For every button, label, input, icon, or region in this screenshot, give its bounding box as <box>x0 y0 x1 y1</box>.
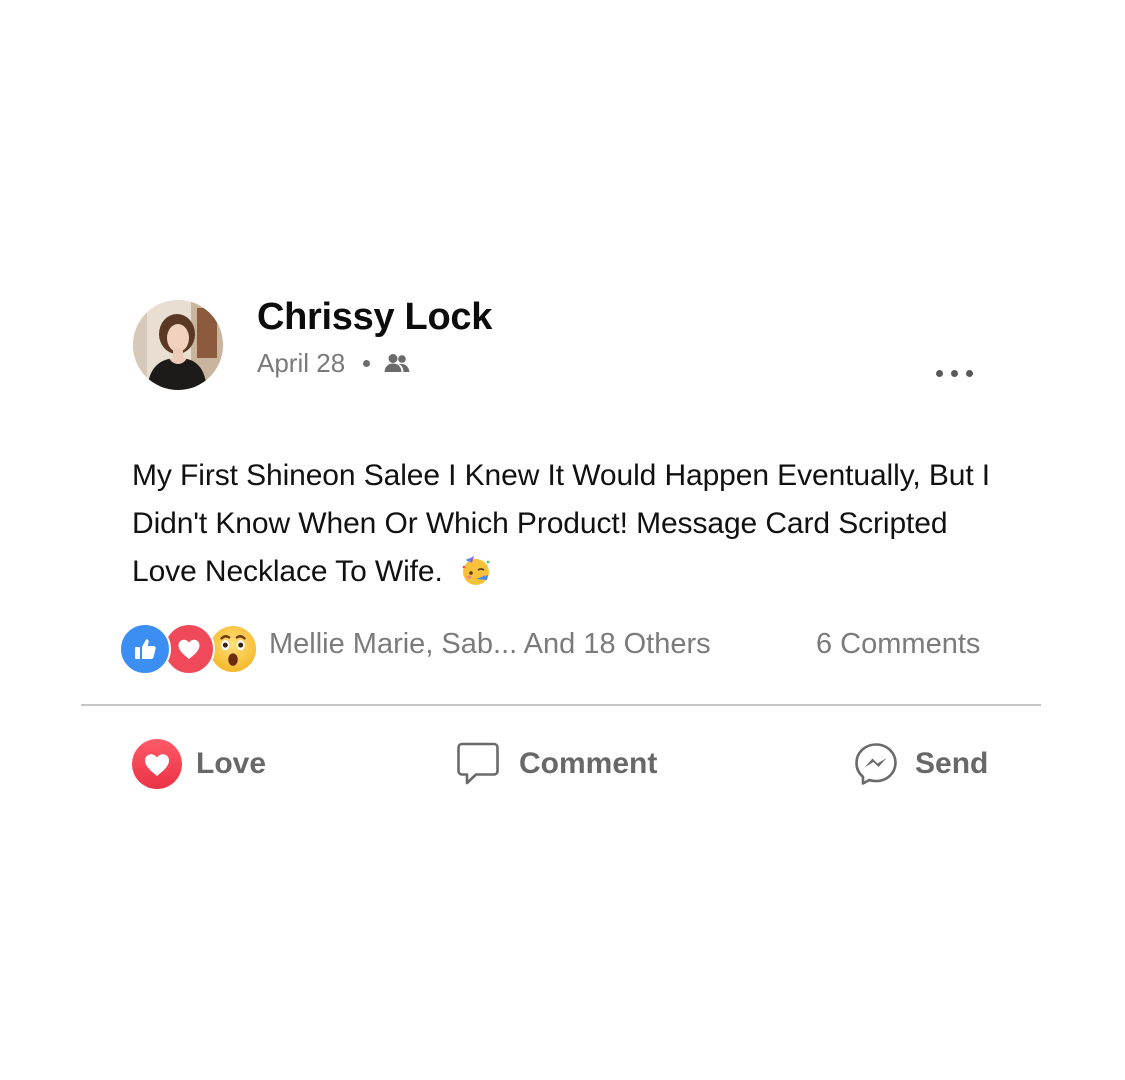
avatar-photo <box>133 300 223 390</box>
comment-icon <box>456 741 500 787</box>
post-meta: April 28 <box>257 347 410 379</box>
comment-label: Comment <box>519 747 658 780</box>
author-name[interactable]: Chrissy Lock <box>257 296 492 339</box>
post-date[interactable]: April 28 <box>257 348 345 379</box>
reaction-icons[interactable] <box>119 623 259 675</box>
love-icon <box>131 738 183 790</box>
facebook-post: Chrissy Lock April 28 My First Shineon S… <box>0 0 1125 1080</box>
post-text: My First Shineon Salee I Knew It Would H… <box>132 459 991 588</box>
comment-button[interactable]: Comment <box>456 736 657 792</box>
love-button[interactable]: Love <box>131 736 266 792</box>
send-label: Send <box>915 747 989 780</box>
friends-icon[interactable] <box>384 353 410 373</box>
party-face-emoji <box>459 553 493 602</box>
love-label: Love <box>196 747 267 780</box>
meta-separator <box>363 359 371 367</box>
more-options-icon[interactable] <box>924 358 984 388</box>
divider <box>81 704 1041 706</box>
comments-count[interactable]: 6 Comments <box>816 628 980 661</box>
reaction-names[interactable]: Mellie Marie, Sab... And 18 Others <box>269 628 711 661</box>
author-avatar[interactable] <box>133 300 223 390</box>
like-reaction-icon <box>119 623 171 675</box>
messenger-icon <box>853 741 899 787</box>
post-body: My First Shineon Salee I Knew It Would H… <box>132 452 1012 602</box>
send-button[interactable]: Send <box>853 736 988 792</box>
